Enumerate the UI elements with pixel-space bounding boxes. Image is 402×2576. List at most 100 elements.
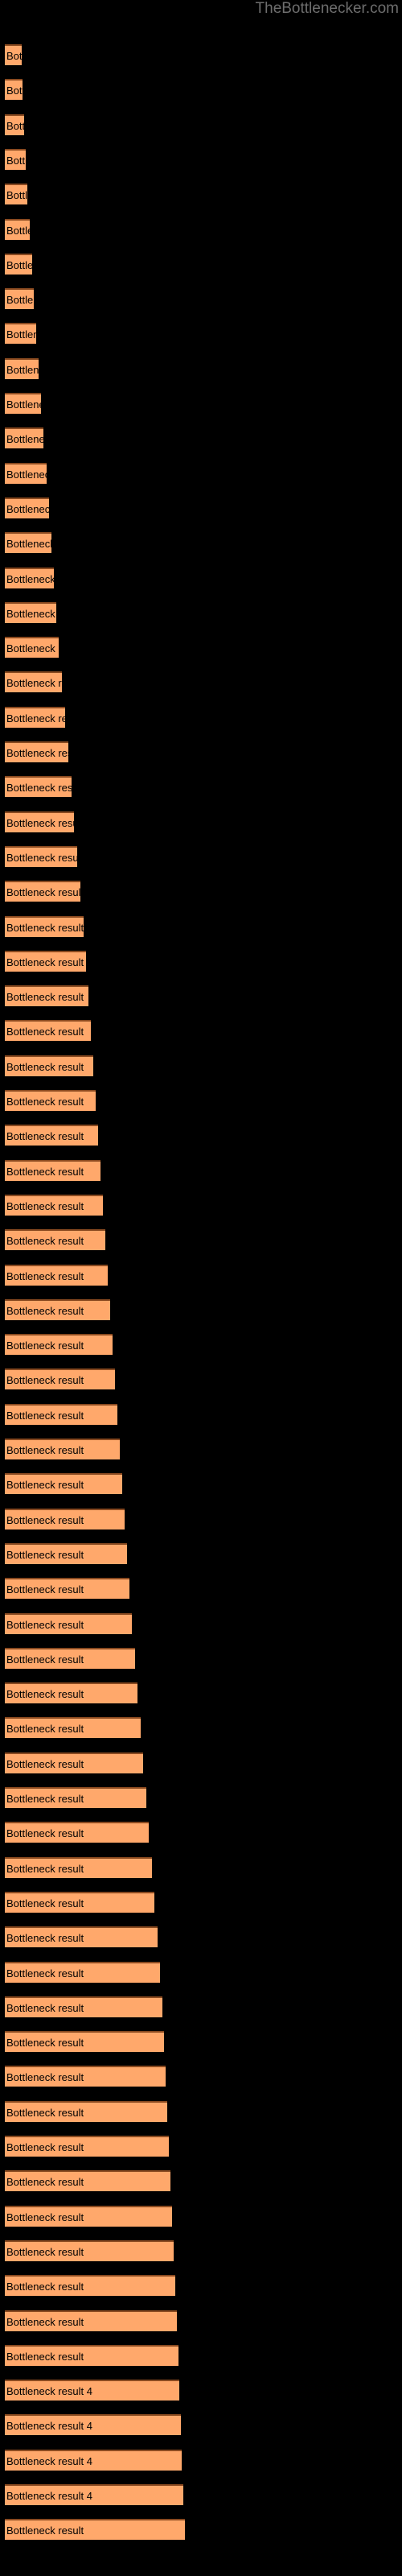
bar-row[interactable]: Bottleneck result [5, 915, 84, 937]
bar-row[interactable]: Bottleneck result [5, 462, 47, 484]
bar-row[interactable]: Bottleneck result [5, 1961, 160, 1983]
bar-label: Bottleneck result [6, 1583, 84, 1596]
bar-row[interactable]: Bottleneck result [5, 1717, 141, 1739]
bar-row[interactable]: Bottleneck result [5, 1403, 117, 1425]
bar-row[interactable]: Bottleneck result [5, 1891, 154, 1913]
bar-row[interactable]: Bottleneck result [5, 253, 32, 275]
bar-row[interactable]: Bottleneck result [5, 2519, 185, 2541]
bar-row[interactable]: Bottleneck result [5, 497, 49, 518]
bar-row[interactable]: Bottleneck result [5, 148, 26, 170]
bar-row[interactable]: Bottleneck result [5, 1229, 105, 1251]
bar-label: Bottleneck result [6, 816, 74, 829]
bar-row[interactable]: Bottleneck result [5, 706, 65, 728]
bar-row[interactable]: Bottleneck result [5, 1020, 91, 1042]
bar-row[interactable]: Bottleneck result [5, 2205, 172, 2227]
bar-row[interactable]: Bottleneck result [5, 1787, 146, 1808]
bar-label: Bottleneck result [6, 398, 41, 411]
bar-row[interactable]: Bottleneck result 4 [5, 2414, 181, 2436]
bar-row[interactable]: Bottleneck result [5, 2275, 175, 2297]
bar-row[interactable]: Bottleneck result [5, 1264, 108, 1286]
bar-row[interactable]: Bottleneck result [5, 601, 56, 623]
bar-row[interactable]: Bottleneck result [5, 637, 59, 658]
bar-row[interactable]: Bottleneck result [5, 427, 43, 449]
bar-label: Bottleneck result 4 [6, 2490, 92, 2502]
bar-row[interactable]: Bottleneck result [5, 1508, 125, 1530]
bar-row[interactable]: Bottleneck result [5, 1194, 103, 1216]
bar-row[interactable]: Bottleneck result [5, 2136, 169, 2157]
bar-row[interactable]: Bottleneck result [5, 2344, 178, 2366]
bar-row[interactable]: Bottleneck result [5, 532, 51, 554]
bar-label: Bottleneck result [6, 851, 77, 864]
bar-row[interactable]: Bottleneck result [5, 2066, 166, 2087]
bar-row[interactable]: Bottleneck result [5, 1090, 96, 1111]
bar-label: Bottleneck result [6, 1688, 84, 1701]
bar-row[interactable]: Bottleneck result [5, 1996, 162, 2017]
bar-label: Bottleneck result [6, 572, 54, 585]
bar-row[interactable]: Bottleneck result [5, 2100, 167, 2122]
bar-row[interactable]: Bottleneck result [5, 288, 34, 310]
bar-label: Bottleneck result [6, 1862, 84, 1875]
bar-label: Bottleneck result [6, 2106, 84, 2119]
bar-row[interactable]: Bottleneck result [5, 1578, 129, 1600]
bar-label: Bottleneck result [6, 1235, 84, 1248]
bar-label: Bottleneck result [6, 1618, 84, 1631]
bar-row[interactable]: Bottleneck result [5, 950, 86, 972]
bar-row[interactable]: Bottleneck result [5, 1125, 98, 1146]
bar-row[interactable]: Bottleneck result [5, 985, 88, 1007]
bar-row[interactable]: Bottleneck result [5, 2170, 170, 2192]
bar-row[interactable]: Bottleneck result [5, 393, 41, 414]
bar-row[interactable]: Bottleneck result [5, 881, 80, 902]
bar-row[interactable]: Bottleneck result [5, 671, 62, 693]
bar-row[interactable]: Bottleneck result [5, 184, 27, 205]
bar-label: Bottleneck result [6, 1444, 84, 1456]
bar-row[interactable]: Bottleneck result [5, 1926, 158, 1948]
bar-label: Bottleneck result [6, 2211, 84, 2223]
bar-row[interactable]: Bottleneck result [5, 811, 74, 832]
bar-row[interactable]: Bottleneck result [5, 2310, 177, 2331]
bar-row[interactable]: Bottleneck result [5, 1368, 115, 1390]
bar-row[interactable]: Bottleneck result [5, 2031, 164, 2053]
bar-label: Bottleneck result [6, 468, 47, 481]
bar-row[interactable]: Bottleneck result [5, 1159, 100, 1181]
bar-row[interactable]: Bottleneck result 4 [5, 2484, 183, 2505]
bar-row[interactable]: Bottleneck result 4 [5, 2449, 182, 2471]
bar-label: Bottleneck result [6, 1757, 84, 1770]
bar-row[interactable]: Bottleneck result [5, 776, 72, 798]
bar-row[interactable]: Bottleneck result [5, 1055, 93, 1076]
bar-row[interactable]: Bottleneck result [5, 1439, 120, 1459]
bar-row[interactable]: Bottleneck result [5, 1822, 149, 1843]
bar-label: Bottleneck result [6, 224, 30, 237]
bar-label: Bottleneck result [6, 538, 51, 551]
bar-row[interactable]: Bottleneck result [5, 845, 77, 867]
bar-row[interactable]: Bottleneck result [5, 741, 68, 762]
bar-row[interactable]: Bottleneck result [5, 1473, 122, 1495]
bar-label: Bottleneck result [6, 2315, 84, 2328]
bar-row[interactable]: Bottleneck result [5, 1334, 113, 1356]
bar-row[interactable]: Bottleneck result [5, 1612, 132, 1634]
bar-label: Bottleneck result [6, 1304, 84, 1317]
bar-row[interactable]: Bottleneck result [5, 1542, 127, 1564]
bar-row[interactable]: Bottleneck result [5, 79, 23, 101]
bar-row[interactable]: Bottleneck result [5, 357, 39, 379]
bar-label: Bottleneck result [6, 1967, 84, 1979]
bar-row[interactable]: Bottleneck result [5, 1647, 135, 1669]
bar-label: Bottleneck result [6, 154, 26, 167]
bar-label: Bottleneck result [6, 1199, 84, 1212]
bar-row[interactable]: Bottleneck result [5, 114, 24, 135]
bar-label: Bottleneck result [6, 363, 39, 376]
bar-label: Bottleneck result [6, 2281, 84, 2293]
bar-label: Bottleneck result [6, 712, 65, 724]
bar-row[interactable]: Bottleneck result [5, 1682, 137, 1704]
bar-row[interactable]: Bottleneck result [5, 1752, 143, 1773]
bar-row[interactable]: Bottleneck result 4 [5, 2380, 179, 2401]
bar-label: Bottleneck result [6, 1340, 84, 1352]
bar-row[interactable]: Bottleneck result [5, 567, 54, 588]
bar-label: Bottleneck result [6, 1723, 84, 1736]
bar-row[interactable]: Bottleneck result [5, 1856, 152, 1878]
bar-label: Bottleneck result [6, 1513, 84, 1526]
bar-row[interactable]: Bottleneck result [5, 218, 30, 240]
bar-row[interactable]: Bottleneck result [5, 2240, 174, 2261]
bar-row[interactable]: Bottleneck result [5, 1298, 110, 1320]
bar-row[interactable]: Bottleneck result [5, 323, 36, 345]
bar-row[interactable]: Bottleneck result [5, 44, 22, 65]
